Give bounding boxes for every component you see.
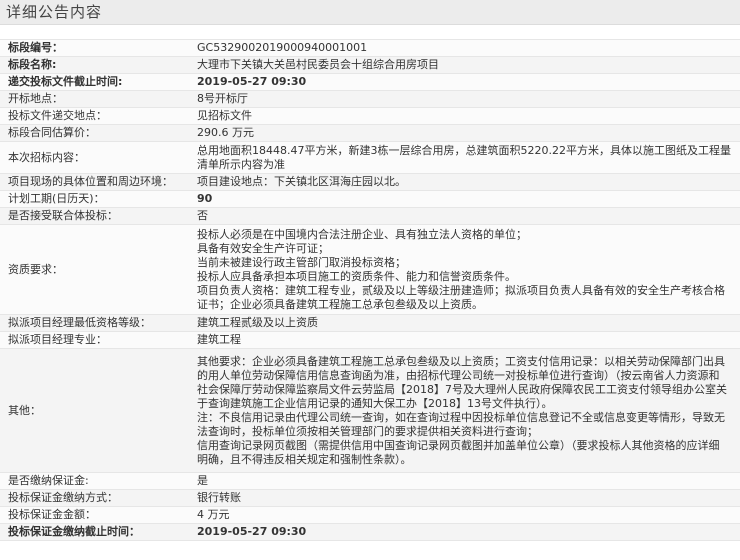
row-label-submission-location: 投标文件递交地点： [0,107,195,125]
text-line: 信用查询记录网页截图（需提供信用中国查询记录网页截图并加盖单位公章）（要求投标人… [197,438,720,452]
table-row: 本次招标内容： 总用地面积18448.47平方米，新建3栋一层综合用房，总建筑面… [0,141,740,174]
row-label-pm-specialty: 拟派项目经理专业： [0,331,195,349]
row-value-site-location: 项目建设地点：下关镇北区洱海庄园以北。 [195,173,740,191]
table-row: 项目现场的具体位置和周边环境： 项目建设地点：下关镇北区洱海庄园以北。 [0,173,740,191]
row-value-pm-min-grade: 建筑工程贰级及以上资质 [195,314,740,332]
row-value-tender-content: 总用地面积18448.47平方米，新建3栋一层综合用房，总建筑面积5220.22… [195,141,740,174]
page-title-bar: 详细公告内容 [0,0,740,25]
table-row: 是否缴纳保证金: 是 [0,472,740,490]
row-label-pm-min-grade: 拟派项目经理最低资格等级： [0,314,195,332]
table-row: 递交投标文件截止时间: 2019-05-27 09:30 [0,73,740,91]
row-value-qualification: 投标人必须是在中国境内合法注册企业、具有独立法人资格的单位； 具备有效安全生产许… [195,224,740,315]
row-label-planned-duration: 计划工期(日历天)： [0,190,195,208]
row-value-bid-deadline: 2019-05-27 09:30 [195,73,740,91]
table-row: 是否接受联合体投标： 否 [0,207,740,225]
row-value-other: 其他要求：企业必须具备建筑工程施工总承包叁级及以上资质；工资支付信用记录：以相关… [195,348,740,473]
row-value-deposit-deadline: 2019-05-27 09:30 [195,523,740,541]
row-label-deposit-method: 投标保证金缴纳方式： [0,489,195,507]
table-row: 投标文件递交地点： 见招标文件 [0,107,740,125]
page-title: 详细公告内容 [6,3,103,21]
row-label-opening-location: 开标地点： [0,90,195,108]
row-label-deposit-amount: 投标保证金金额： [0,506,195,524]
row-label-consortium: 是否接受联合体投标： [0,207,195,225]
text-line: 清单所示内容为准 [197,157,285,171]
row-value-section-name: 大理市下关镇大关邑村民委员会十组综合用房项目 [195,56,740,74]
table-row: 其他： 其他要求：企业必须具备建筑工程施工总承包叁级及以上资质；工资支付信用记录… [0,348,740,473]
row-label-bid-deadline: 递交投标文件截止时间: [0,73,195,91]
text-line: 法查询时，投标单位须按相关管理部门的要求提供相关资料进行查询； [197,424,538,438]
table-row: 资质要求： 投标人必须是在中国境内合法注册企业、具有独立法人资格的单位； 具备有… [0,224,740,315]
table-row: 投标保证金缴纳方式： 银行转账 [0,489,740,507]
table-row: 投标保证金缴纳截止时间： 2019-05-27 09:30 [0,523,740,541]
row-value-consortium: 否 [195,207,740,225]
text-line: 明确，且不得违反相关规定和强制性条款）。 [197,452,412,466]
text-line: 社会保障厅劳动保障监察局文件云劳监局【2018】7号及大理州人民政府保障农民工工… [197,382,727,396]
row-label-deposit-required: 是否缴纳保证金: [0,472,195,490]
table-row: 标段合同估算价： 290.6 万元 [0,124,740,142]
table-row: 开标地点： 8号开标厅 [0,90,740,108]
row-label-tender-content: 本次招标内容： [0,141,195,174]
text-line: 的用人单位劳动保障信用信息查询函为准，由招标代理公司统一对投标单位进行查询）（按… [197,368,720,382]
table-row: 拟派项目经理最低资格等级： 建筑工程贰级及以上资质 [0,314,740,332]
text-line: 具备有效安全生产许可证； [197,241,329,255]
row-value-opening-location: 8号开标厅 [195,90,740,108]
row-label-other: 其他： [0,348,195,473]
row-label-contract-estimate: 标段合同估算价： [0,124,195,142]
text-line: 当前未被建设行政主管部门取消投标资格； [197,255,406,269]
text-line: 投标人必须是在中国境内合法注册企业、具有独立法人资格的单位； [197,227,527,241]
text-line: 投标人应具备承担本项目施工的资质条件、能力和信誉资质条件。 [197,269,516,283]
row-value-deposit-required: 是 [195,472,740,490]
table-row: 标段名称: 大理市下关镇大关邑村民委员会十组综合用房项目 [0,56,740,74]
text-line: 于查询建筑施工企业信用记录的通知大保工办【2018】13号文件执行）。 [197,396,553,410]
text-line: 其他要求：企业必须具备建筑工程施工总承包叁级及以上资质；工资支付信用记录：以相关… [197,354,725,368]
text-line: 证书；企业必须具备建筑工程施工总承包叁级及以上资质。 [197,297,483,311]
table-row: 拟派项目经理专业： 建筑工程 [0,331,740,349]
table-row: 标段编号： GC5329002019000940001001 [0,39,740,57]
announcement-table: 标段编号： GC5329002019000940001001 标段名称: 大理市… [0,39,740,541]
row-label-site-location: 项目现场的具体位置和周边环境： [0,173,195,191]
row-value-deposit-amount: 4 万元 [195,506,740,524]
table-row: 投标保证金金额： 4 万元 [0,506,740,524]
row-value-contract-estimate: 290.6 万元 [195,124,740,142]
row-label-qualification: 资质要求： [0,224,195,315]
row-value-pm-specialty: 建筑工程 [195,331,740,349]
row-value-section-number: GC5329002019000940001001 [195,39,740,57]
table-row: 计划工期(日历天)： 90 [0,190,740,208]
text-line: 项目负责人资格：建筑工程专业，贰级及以上等级注册建造师；拟派项目负责人具备有效的… [197,283,725,297]
row-label-section-name: 标段名称: [0,56,195,74]
text-line: 总用地面积18448.47平方米，新建3栋一层综合用房，总建筑面积5220.22… [197,143,731,157]
row-label-deposit-deadline: 投标保证金缴纳截止时间： [0,523,195,541]
row-label-section-number: 标段编号： [0,39,195,57]
text-line: 注：不良信用记录由代理公司统一查询，如在查询过程中因投标单位信息登记不全或信息变… [197,410,725,424]
row-value-planned-duration: 90 [195,190,740,208]
row-value-deposit-method: 银行转账 [195,489,740,507]
row-value-submission-location: 见招标文件 [195,107,740,125]
